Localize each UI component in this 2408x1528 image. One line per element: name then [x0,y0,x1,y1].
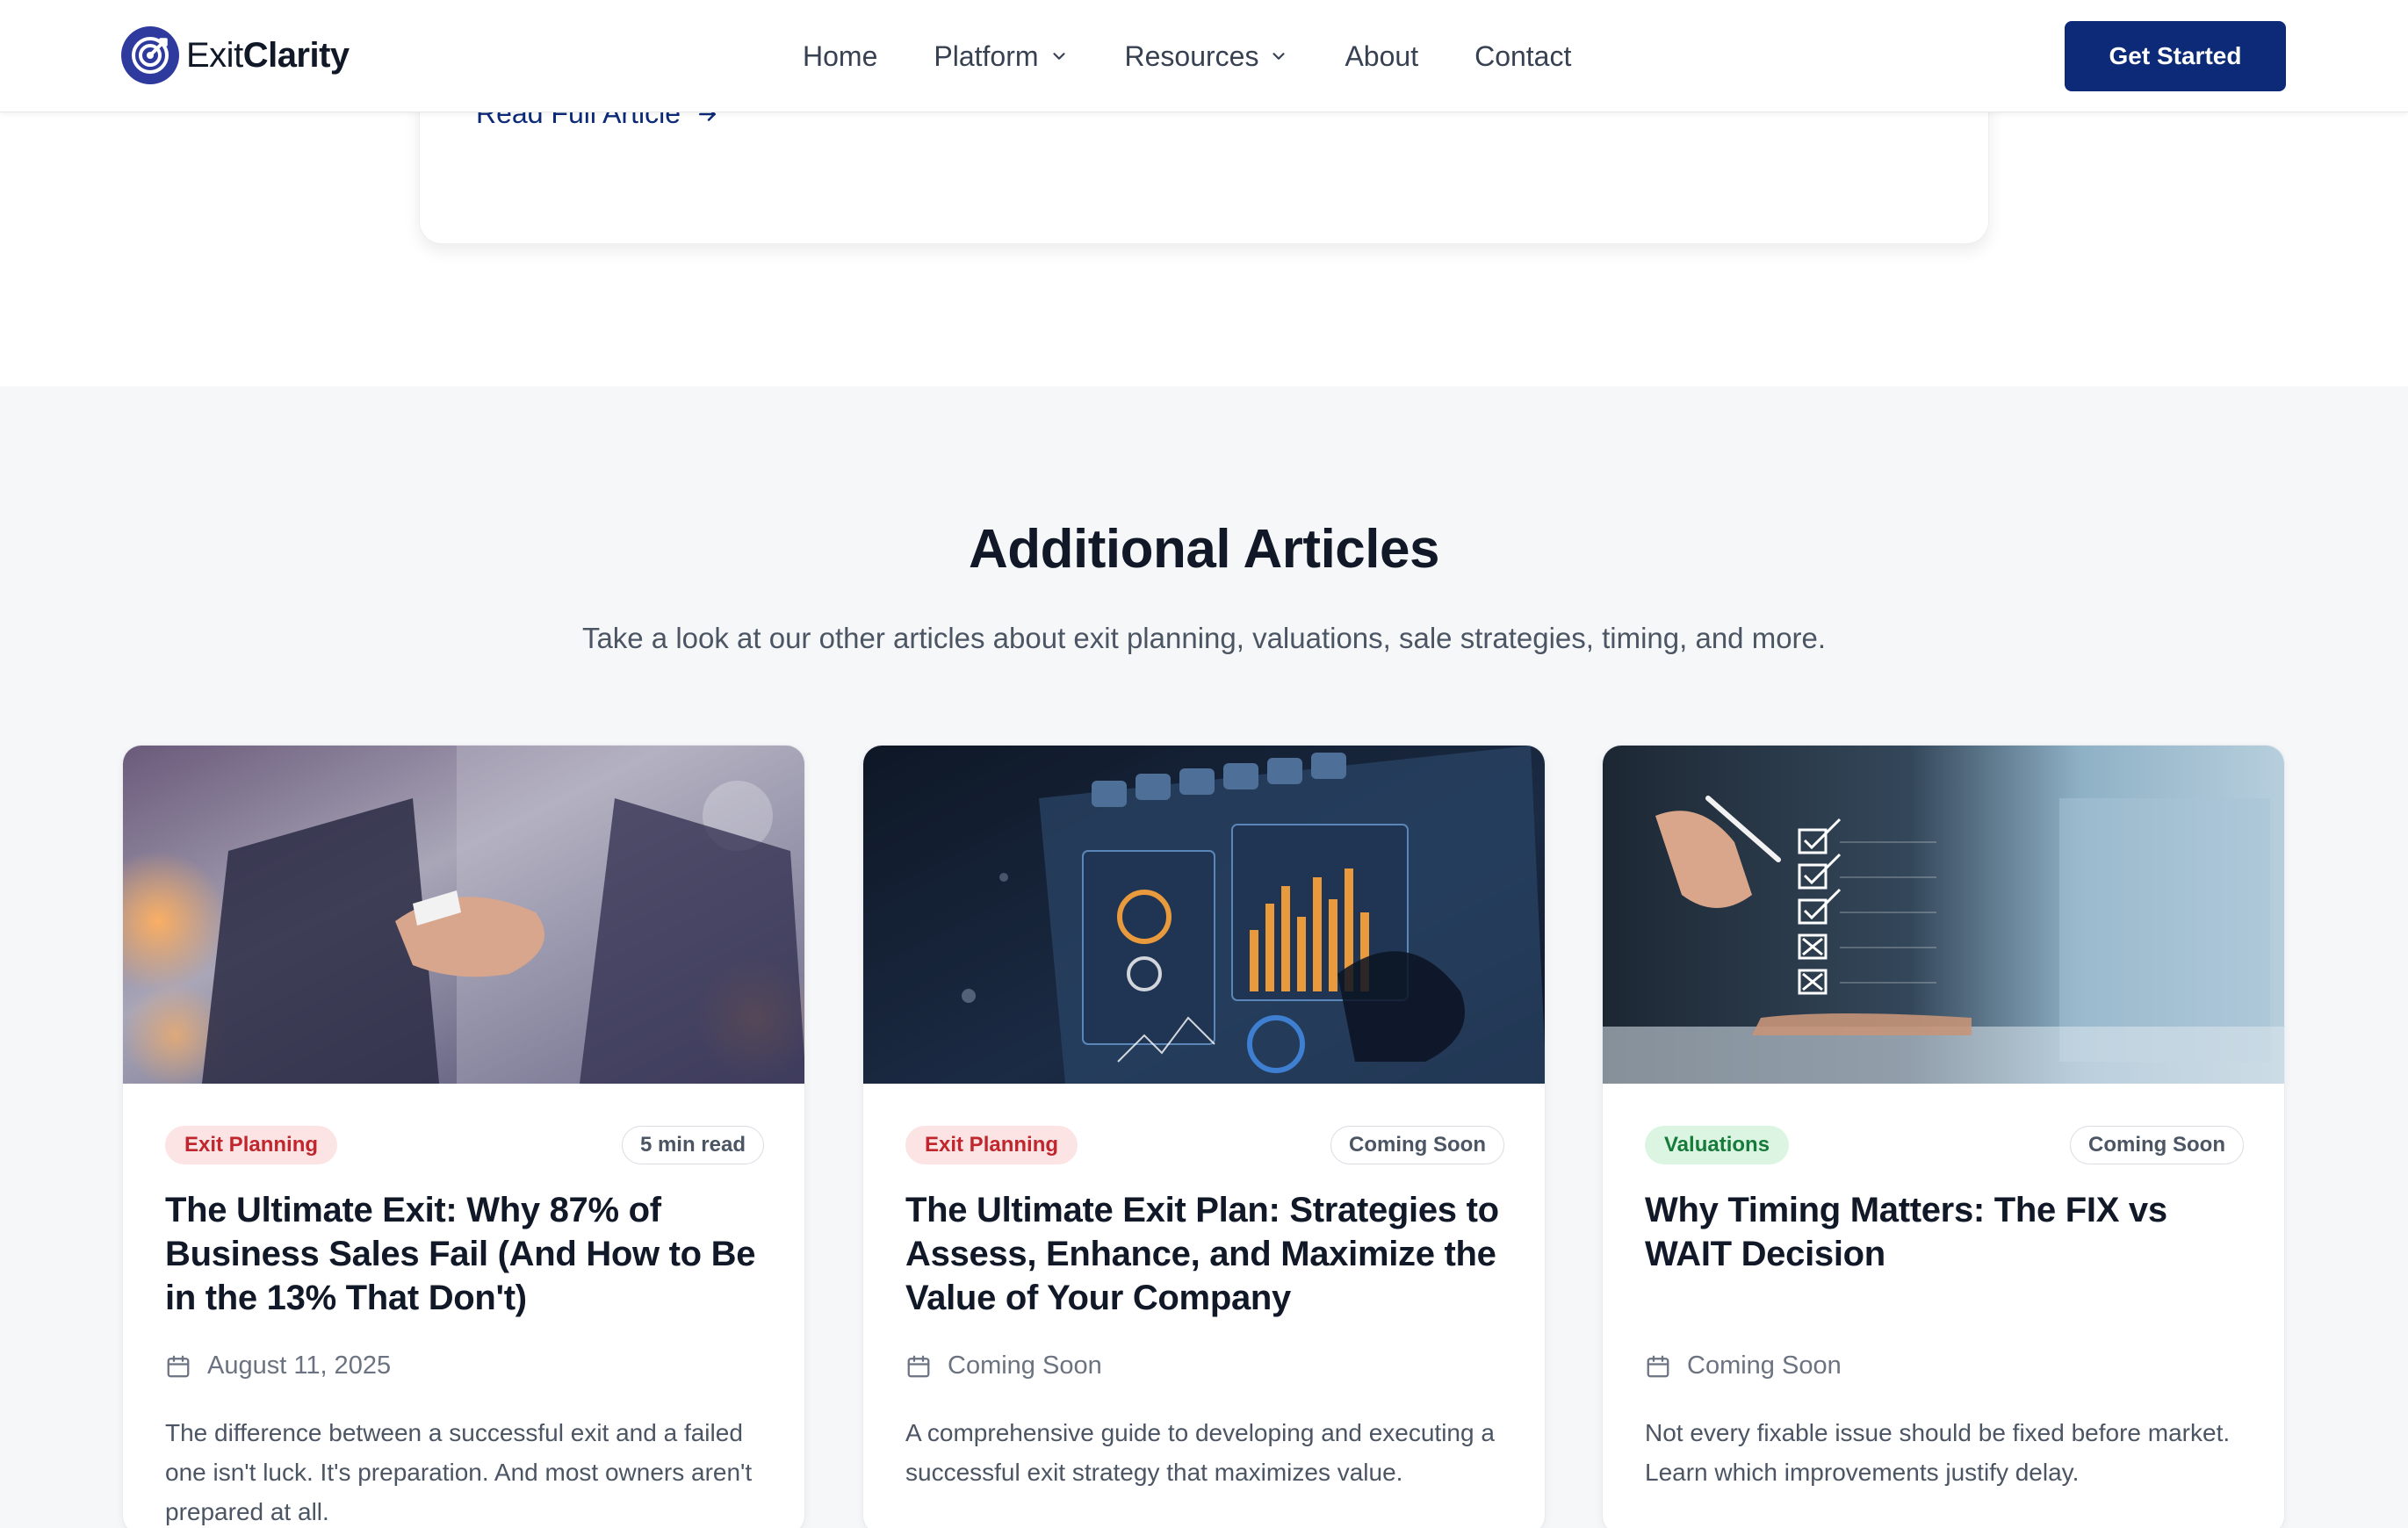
article-date: Coming Soon [1645,1351,1842,1380]
financial-dashboard-photo [863,746,1545,1084]
logo-prefix: Exit [186,35,243,75]
article-date: August 11, 2025 [165,1351,391,1380]
nav-home-label: Home [803,40,878,72]
calendar-icon [165,1353,191,1380]
additional-articles-section: Additional Articles Take a look at our o… [0,386,2408,1528]
article-title[interactable]: The Ultimate Exit: Why 87% of Business S… [165,1188,771,1320]
read-time-badge: 5 min read [621,1126,764,1164]
section-title: Additional Articles [969,519,1439,580]
article-card[interactable]: Valuations Coming Soon Why Timing Matter… [1602,745,2285,1528]
article-date-text: Coming Soon [948,1351,1102,1380]
read-time-badge: Coming Soon [2070,1126,2244,1164]
nav-resources-label: Resources [1124,40,1259,72]
category-badge[interactable]: Exit Planning [905,1126,1078,1164]
section-subtitle: Take a look at our other articles about … [581,622,1827,654]
logo-wordmark: ExitClarity [186,36,350,76]
page: Read Full Article ExitClarity Home Platf… [0,0,2408,1528]
category-badge[interactable]: Valuations [1645,1126,1790,1164]
calendar-icon [1645,1353,1671,1380]
site-header: ExitClarity Home Platform Resources Abou… [0,0,2408,112]
checklist-tablet-photo [1603,746,2284,1084]
nav-about-label: About [1345,40,1419,72]
nav-platform-label: Platform [934,40,1039,72]
article-date-text: Coming Soon [1687,1351,1842,1380]
article-card[interactable]: Exit Planning 5 min read The Ultimate Ex… [122,745,805,1528]
nav-about[interactable]: About [1345,40,1418,73]
article-card[interactable]: Exit Planning Coming Soon The Ultimate E… [862,745,1546,1528]
nav-platform[interactable]: Platform [934,40,1068,73]
chevron-down-icon [1269,47,1288,66]
article-description: Not every fixable issue should be fixed … [1645,1419,2231,1486]
logo[interactable]: ExitClarity [121,26,350,84]
get-started-button[interactable]: Get Started [2065,21,2286,91]
calendar-icon [905,1353,932,1380]
article-title[interactable]: Why Timing Matters: The FIX vs WAIT Deci… [1645,1188,2251,1276]
article-description: A comprehensive guide to developing and … [905,1419,1495,1486]
category-badge[interactable]: Exit Planning [165,1126,338,1164]
handshake-photo [123,746,804,1084]
target-logo-icon [121,26,179,84]
article-title[interactable]: The Ultimate Exit Plan: Strategies to As… [905,1188,1511,1320]
chevron-down-icon [1049,47,1069,66]
nav-home[interactable]: Home [803,40,877,73]
article-description: The difference between a successful exit… [165,1419,753,1525]
article-date-text: August 11, 2025 [207,1351,392,1380]
main-nav: Home Platform Resources About Contact [803,32,1571,81]
card-meta-row: Exit Planning 5 min read [165,1126,764,1164]
card-meta-row: Exit Planning Coming Soon [905,1126,1504,1164]
nav-contact-label: Contact [1474,40,1572,72]
nav-contact[interactable]: Contact [1474,40,1571,73]
article-date: Coming Soon [905,1351,1102,1380]
card-meta-row: Valuations Coming Soon [1645,1126,2244,1164]
logo-bold: Clarity [242,35,350,75]
nav-resources[interactable]: Resources [1125,40,1289,73]
read-time-badge: Coming Soon [1330,1126,1504,1164]
